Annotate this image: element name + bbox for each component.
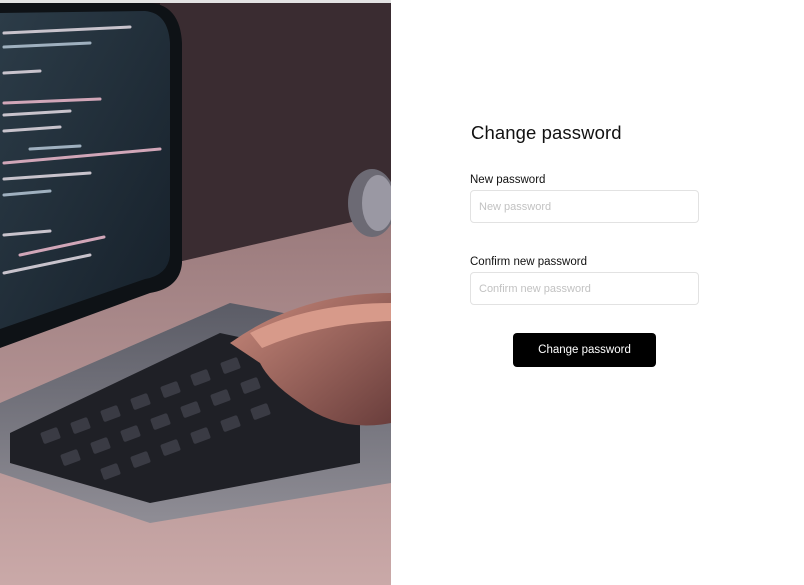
new-password-input[interactable] (470, 190, 699, 223)
change-password-button[interactable]: Change password (513, 333, 656, 367)
new-password-label: New password (470, 174, 546, 186)
change-password-panel: Change password New password Confirm new… (391, 0, 804, 585)
hero-image (0, 3, 391, 585)
confirm-password-label: Confirm new password (470, 256, 587, 268)
hero-illustration (0, 3, 391, 585)
page-title: Change password (471, 122, 622, 143)
confirm-password-input[interactable] (470, 272, 699, 305)
